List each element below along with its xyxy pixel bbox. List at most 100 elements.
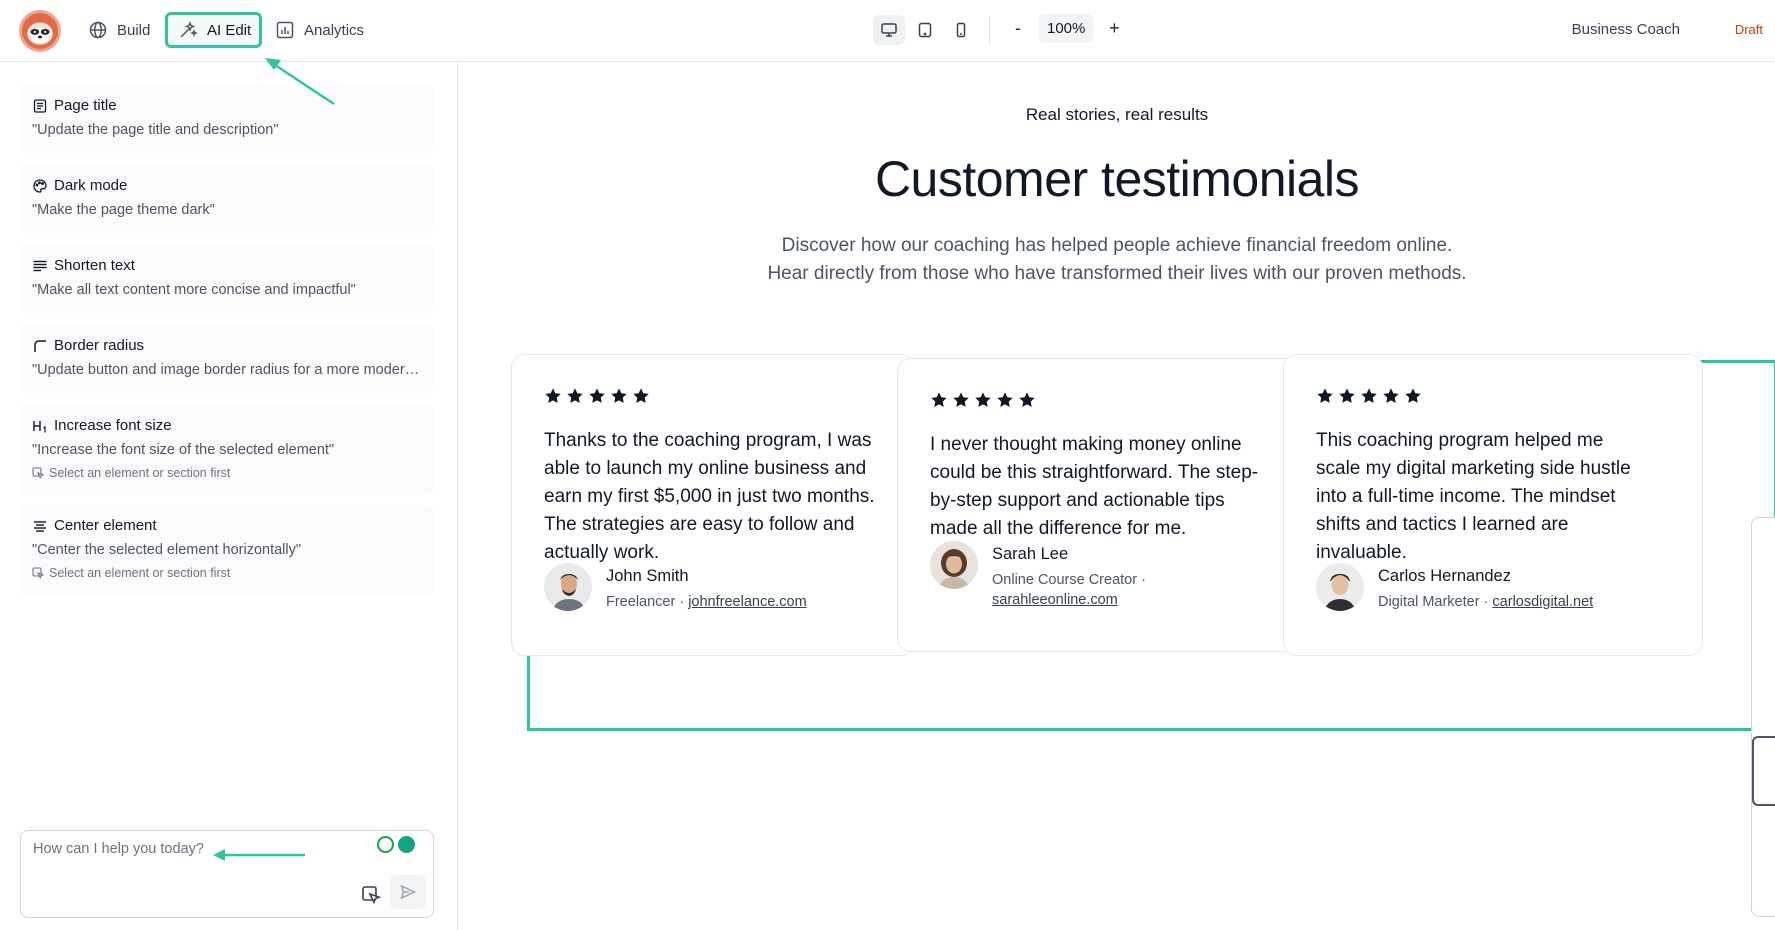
suggestion-desc: "Make all text content more concise and … (32, 282, 356, 298)
ai-edit-sidebar: Page title "Update the page title and de… (0, 62, 458, 930)
mobile-view-button[interactable] (945, 15, 977, 45)
author-name[interactable]: Sarah Lee (992, 545, 1146, 564)
page-thumbnail-strip[interactable] (1751, 517, 1775, 917)
suggestion-title: Shorten text (54, 257, 135, 274)
mobile-icon (956, 22, 966, 38)
send-button[interactable] (390, 875, 426, 909)
testimonial-card[interactable]: Thanks to the coaching program, I was ab… (511, 354, 915, 656)
star-icon (1317, 388, 1333, 403)
testimonial-card[interactable]: This coaching program helped me scale my… (1283, 354, 1703, 656)
testimonial-author: John Smith Freelancer · johnfreelance.co… (544, 563, 807, 612)
build-tab[interactable]: Build (76, 12, 162, 48)
corner-radius-icon (34, 339, 46, 352)
suggestion-center-element[interactable]: Center element "Center the selected elem… (20, 505, 434, 595)
tablet-icon (918, 22, 932, 38)
extension-icons (375, 834, 417, 855)
star-icon (633, 388, 649, 403)
ai-edit-tab[interactable]: AI Edit (165, 12, 262, 48)
project-name[interactable]: Business Coach (1572, 21, 1680, 38)
suggestion-dark-mode[interactable]: Dark mode "Make the page theme dark" (20, 165, 434, 233)
star-icon (953, 392, 969, 407)
globe-icon (89, 21, 107, 39)
grammarly-icon[interactable] (398, 836, 415, 853)
star-icon (1383, 388, 1399, 403)
avatar (544, 563, 592, 611)
author-link[interactable]: johnfreelance.com (688, 594, 807, 610)
build-label: Build (117, 21, 151, 39)
suggestion-desc: "Center the selected element horizontall… (32, 542, 302, 558)
suggestion-desc: "Update button and image border radius f… (32, 362, 422, 378)
avatar (1316, 563, 1364, 611)
testimonial-card[interactable]: I never thought making money online coul… (897, 358, 1301, 652)
author-role: Digital Marketer · carlosdigital.net (1378, 594, 1594, 610)
cursor-select-icon[interactable] (359, 883, 383, 907)
author-name[interactable]: John Smith (606, 567, 807, 586)
suggestion-desc: "Make the page theme dark" (32, 202, 215, 218)
author-link[interactable]: carlosdigital.net (1492, 594, 1593, 610)
suggestion-title: Dark mode (54, 177, 128, 194)
section-subtitle[interactable]: Discover how our coaching has helped peo… (459, 232, 1775, 288)
star-icon (1361, 388, 1377, 403)
suggestion-desc: "Increase the font size of the selected … (32, 442, 335, 458)
align-lines-icon (33, 260, 47, 271)
star-icon (589, 388, 605, 403)
zoom-control: - 100% + (1007, 14, 1125, 43)
avatar (930, 541, 978, 589)
suggestion-increase-font-size[interactable]: Increase font size "Increase the font si… (20, 405, 434, 495)
author-role: Online Course Creator · sarahleeonline.c… (992, 572, 1146, 608)
testimonial-author: Carlos Hernandez Digital Marketer · carl… (1316, 563, 1593, 612)
testimonial-quote[interactable]: Thanks to the coaching program, I was ab… (544, 427, 894, 567)
current-page-thumbnail[interactable] (1752, 736, 1775, 806)
star-icon (611, 388, 627, 403)
author-role: Freelancer · johnfreelance.com (606, 594, 807, 610)
section-title[interactable]: Customer testimonials (459, 150, 1775, 208)
status-badge: Draft (1734, 22, 1763, 37)
subtitle-line-1: Discover how our coaching has helped peo… (781, 235, 1453, 256)
center-align-icon (34, 520, 46, 532)
page-preview-canvas: Real stories, real results Customer test… (459, 62, 1775, 930)
suggestion-hint: Select an element or section first (49, 466, 231, 480)
bar-chart-icon (276, 21, 294, 39)
suggestion-shorten-text[interactable]: Shorten text "Make all text content more… (20, 245, 434, 313)
star-icon (975, 392, 991, 407)
suggestion-title: Border radius (54, 337, 145, 354)
suggestion-title: Page title (54, 97, 117, 114)
zoom-value[interactable]: 100% (1039, 14, 1094, 43)
suggestion-hint: Select an element or section first (49, 566, 231, 580)
section-eyebrow[interactable]: Real stories, real results (459, 105, 1775, 125)
zoom-in-button[interactable]: + (1103, 18, 1125, 39)
testimonial-quote[interactable]: I never thought making money online coul… (930, 431, 1275, 543)
cursor-select-icon (32, 567, 44, 579)
sloth-logo-icon[interactable] (19, 10, 61, 52)
document-icon (33, 98, 47, 113)
cursor-select-icon (32, 467, 44, 479)
suggestion-page-title[interactable]: Page title "Update the page title and de… (20, 85, 434, 153)
testimonial-author: Sarah Lee Online Course Creator · sarahl… (930, 541, 1146, 610)
star-rating (544, 387, 650, 405)
sparkles-icon (180, 21, 198, 38)
star-icon (931, 392, 947, 407)
tablet-view-button[interactable] (909, 15, 941, 45)
top-bar: Build AI Edit Analytics - 100% + Busines… (0, 0, 1775, 62)
desktop-icon (881, 23, 897, 37)
chat-input[interactable] (33, 841, 333, 871)
author-link[interactable]: sarahleeonline.com (992, 592, 1118, 608)
suggestion-border-radius[interactable]: Border radius "Update button and image b… (20, 325, 434, 393)
ai-edit-label: AI Edit (207, 21, 252, 39)
testimonial-quote[interactable]: This coaching program helped me scale my… (1316, 427, 1641, 567)
subtitle-line-2: Hear directly from those who have transf… (767, 263, 1467, 284)
star-rating (1316, 387, 1422, 405)
toolbar-divider (989, 16, 990, 46)
lightbulb-extension-icon[interactable] (377, 836, 394, 853)
suggestion-title: Center element (54, 517, 157, 534)
author-name[interactable]: Carlos Hernandez (1378, 567, 1593, 586)
device-switcher (873, 15, 977, 45)
analytics-label: Analytics (304, 21, 365, 39)
zoom-out-button[interactable]: - (1007, 18, 1029, 39)
desktop-view-button[interactable] (873, 15, 905, 45)
analytics-tab[interactable]: Analytics (263, 12, 376, 48)
star-icon (567, 388, 583, 403)
send-icon (400, 884, 417, 900)
star-icon (1019, 392, 1035, 407)
star-icon (545, 388, 561, 403)
